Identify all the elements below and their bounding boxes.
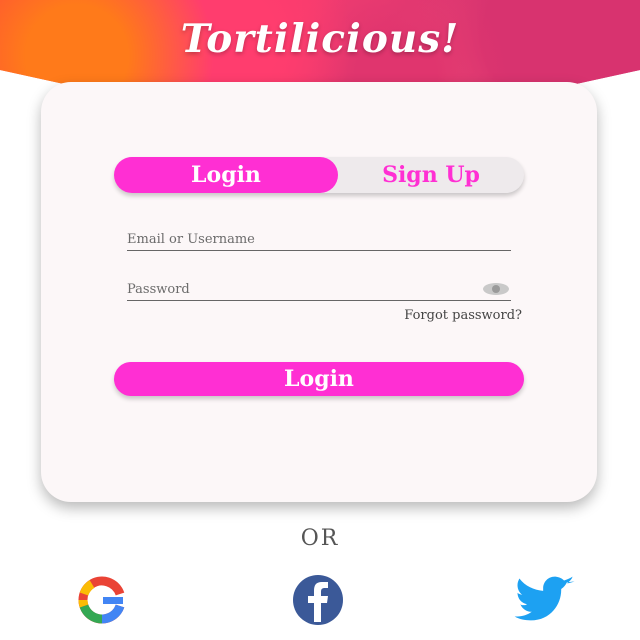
twitter-login-button[interactable] xyxy=(506,574,582,626)
login-button[interactable]: Login xyxy=(114,362,524,396)
tab-signup[interactable]: Sign Up xyxy=(338,157,524,193)
tab-login[interactable]: Login xyxy=(114,157,338,193)
twitter-icon xyxy=(514,576,575,621)
auth-toggle: Login Sign Up xyxy=(114,157,524,193)
google-login-button[interactable] xyxy=(64,574,140,626)
google-icon xyxy=(78,576,125,624)
forgot-password-link[interactable]: Forgot password? xyxy=(404,308,522,323)
facebook-login-button[interactable] xyxy=(280,574,356,626)
email-field-wrapper xyxy=(127,228,511,251)
email-field[interactable] xyxy=(127,228,511,250)
facebook-icon xyxy=(293,575,343,625)
auth-card: Login Sign Up Forgot password? Login xyxy=(41,82,597,502)
app-title: Tortilicious! xyxy=(180,16,460,62)
eye-icon[interactable] xyxy=(483,283,509,295)
or-divider: OR xyxy=(300,526,340,551)
password-field[interactable] xyxy=(127,278,511,300)
password-field-wrapper xyxy=(127,278,511,301)
